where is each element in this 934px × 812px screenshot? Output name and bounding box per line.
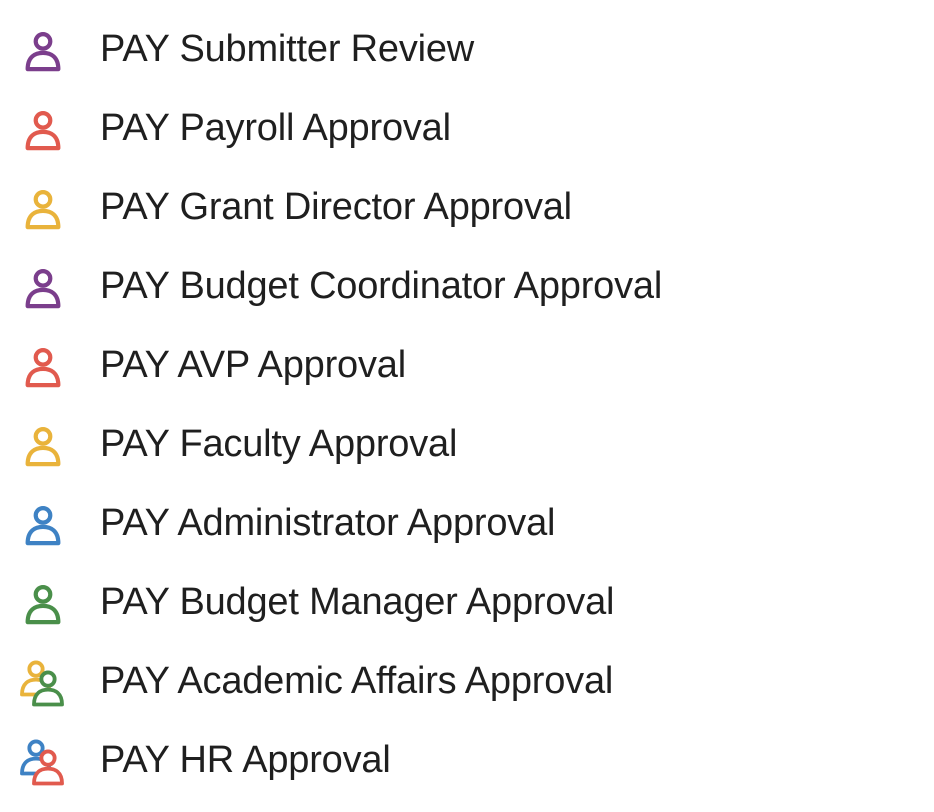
approval-item[interactable]: PAY Grant Director Approval (15, 168, 919, 247)
approval-item[interactable]: PAY Payroll Approval (15, 89, 919, 168)
approval-item[interactable]: PAY Academic Affairs Approval (15, 642, 919, 721)
approval-item-label: PAY Budget Coordinator Approval (100, 265, 662, 308)
person-icon (15, 575, 70, 630)
person-icon (15, 101, 70, 156)
approval-item-label: PAY Faculty Approval (100, 423, 457, 466)
approval-list: PAY Submitter Review PAY Payroll Approval… (15, 10, 919, 800)
approval-item[interactable]: PAY AVP Approval (15, 326, 919, 405)
approval-item[interactable]: PAY Submitter Review (15, 10, 919, 89)
approval-item[interactable]: PAY Faculty Approval (15, 405, 919, 484)
approval-item[interactable]: PAY Administrator Approval (15, 484, 919, 563)
person-icon (15, 338, 70, 393)
approval-item[interactable]: PAY HR Approval (15, 721, 919, 800)
approval-item[interactable]: PAY Budget Manager Approval (15, 563, 919, 642)
approval-item-label: PAY AVP Approval (100, 344, 406, 387)
approval-item-label: PAY Budget Manager Approval (100, 581, 614, 624)
approval-item-label: PAY Payroll Approval (100, 107, 451, 150)
approval-item[interactable]: PAY Budget Coordinator Approval (15, 247, 919, 326)
person-icon (15, 22, 70, 77)
approval-item-label: PAY Submitter Review (100, 28, 474, 71)
person-icon (15, 496, 70, 551)
approval-item-label: PAY Grant Director Approval (100, 186, 572, 229)
approval-item-label: PAY Administrator Approval (100, 502, 555, 545)
people-icon (15, 654, 70, 709)
approval-item-label: PAY HR Approval (100, 739, 391, 782)
approval-item-label: PAY Academic Affairs Approval (100, 660, 613, 703)
people-icon (15, 733, 70, 788)
person-icon (15, 417, 70, 472)
person-icon (15, 259, 70, 314)
person-icon (15, 180, 70, 235)
